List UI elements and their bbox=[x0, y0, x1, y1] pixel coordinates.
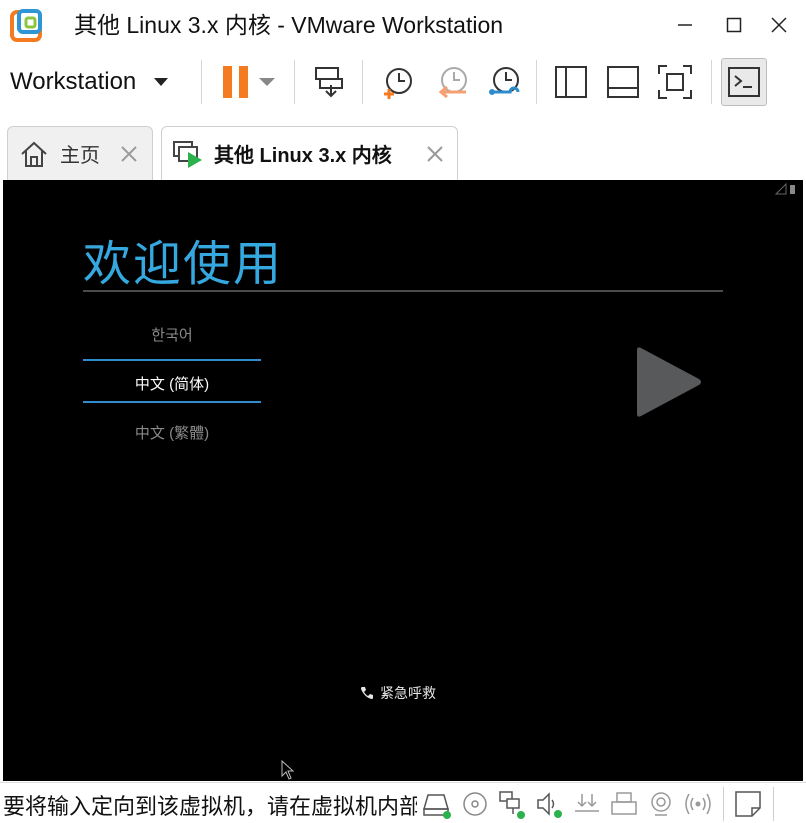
snapshot-take-icon bbox=[384, 68, 412, 99]
chevron-down-icon bbox=[259, 78, 275, 86]
status-separator bbox=[723, 787, 724, 821]
usb-status-button[interactable] bbox=[572, 789, 602, 819]
tab-vm-label: 其他 Linux 3.x 内核 bbox=[214, 145, 392, 167]
show-library-button[interactable] bbox=[547, 58, 595, 106]
vmware-logo-icon bbox=[9, 9, 43, 43]
enter-full-screen-button[interactable] bbox=[651, 58, 699, 106]
wireless-icon bbox=[685, 793, 711, 815]
snapshot-revert-icon bbox=[438, 67, 467, 99]
camera-status-button[interactable] bbox=[646, 789, 676, 819]
console-view-button[interactable] bbox=[721, 58, 767, 106]
snapshot-manager-button[interactable] bbox=[479, 58, 527, 106]
next-button[interactable] bbox=[633, 346, 703, 418]
close-icon bbox=[121, 146, 137, 162]
vm-running-icon bbox=[173, 140, 202, 168]
emergency-call-button[interactable]: 紧急呼救 bbox=[360, 683, 436, 703]
language-option-chinese-simplified[interactable]: 中文 (简体) bbox=[83, 373, 261, 394]
camera-icon bbox=[651, 792, 671, 816]
fullscreen-icon bbox=[658, 65, 692, 99]
status-message: 要将输入定向到该虚拟机，请在虚拟机内部单击或按 Ctrl+G。 bbox=[3, 794, 417, 819]
sound-card-icon bbox=[537, 792, 562, 818]
minimize-icon bbox=[678, 24, 692, 26]
language-option-korean[interactable]: 한국어 bbox=[83, 324, 261, 345]
send-keys-icon bbox=[315, 67, 343, 98]
message-log-icon bbox=[735, 791, 761, 817]
close-icon bbox=[427, 146, 443, 162]
sound-card-status-button[interactable] bbox=[535, 789, 565, 819]
cd-dvd-icon bbox=[463, 792, 487, 816]
welcome-heading: 欢迎使用 bbox=[83, 238, 284, 291]
close-button[interactable] bbox=[761, 8, 797, 42]
hard-disk-icon bbox=[423, 794, 451, 819]
tab-vm[interactable]: 其他 Linux 3.x 内核 bbox=[161, 126, 458, 180]
revert-snapshot-button[interactable] bbox=[427, 58, 475, 106]
dropdown-arrow-icon bbox=[154, 78, 169, 86]
selection-line-top bbox=[83, 359, 261, 361]
status-separator bbox=[773, 787, 774, 821]
tab-home[interactable]: 主页 bbox=[7, 126, 153, 180]
home-icon bbox=[21, 141, 47, 167]
network-adapter-status-button[interactable] bbox=[497, 789, 527, 819]
heading-divider bbox=[83, 290, 723, 292]
minimize-button[interactable] bbox=[667, 8, 703, 42]
wireless-status-button[interactable] bbox=[683, 789, 713, 819]
tab-home-close-button[interactable] bbox=[118, 143, 140, 165]
toolbar-separator bbox=[536, 60, 537, 104]
printer-icon bbox=[611, 792, 637, 815]
printer-status-button[interactable] bbox=[609, 789, 639, 819]
language-option-chinese-traditional[interactable]: 中文 (繁體) bbox=[83, 422, 261, 443]
toolbar-separator bbox=[201, 60, 202, 104]
tab-vm-close-button[interactable] bbox=[424, 143, 446, 165]
snapshot-manager-icon bbox=[489, 67, 520, 95]
library-icon bbox=[555, 66, 587, 98]
mouse-pointer-icon bbox=[281, 760, 295, 780]
vm-console-screen[interactable]: 欢迎使用 한국어 中文 (简体) 中文 (繁體) 紧急呼救 bbox=[3, 180, 803, 781]
console-view-icon bbox=[728, 67, 760, 97]
power-menu-dropdown[interactable] bbox=[250, 58, 284, 106]
network-adapter-icon bbox=[499, 791, 525, 819]
title-bar: 其他 Linux 3.x 内核 - VMware Workstation bbox=[0, 0, 806, 52]
workstation-menu-label: Workstation bbox=[10, 68, 137, 95]
message-log-button[interactable] bbox=[733, 789, 763, 819]
maximize-button[interactable] bbox=[716, 8, 752, 42]
close-icon bbox=[771, 17, 787, 33]
usb-icon bbox=[575, 794, 599, 812]
phone-icon bbox=[361, 687, 373, 699]
maximize-icon bbox=[726, 17, 742, 33]
window-title: 其他 Linux 3.x 内核 - VMware Workstation bbox=[74, 12, 504, 38]
toolbar-separator bbox=[362, 60, 363, 104]
hard-disk-status-button[interactable] bbox=[422, 789, 452, 819]
selection-line-bottom bbox=[83, 401, 261, 403]
toolbar-separator bbox=[711, 60, 712, 104]
show-thumbnail-bar-button[interactable] bbox=[599, 58, 647, 106]
toolbar-separator bbox=[294, 60, 295, 104]
toolbar: Workstation bbox=[0, 52, 806, 112]
play-arrow-icon bbox=[637, 347, 701, 417]
status-bar: 要将输入定向到该虚拟机，请在虚拟机内部单击或按 Ctrl+G。 bbox=[0, 782, 806, 823]
workstation-menu-button[interactable]: Workstation bbox=[10, 62, 169, 102]
thumbnail-icon bbox=[607, 66, 639, 98]
send-ctrl-alt-del-button[interactable] bbox=[305, 58, 353, 106]
tab-bar: 主页 其他 Linux 3.x 内核 bbox=[0, 114, 806, 180]
emergency-call-label: 紧急呼救 bbox=[380, 685, 436, 701]
tab-home-label: 主页 bbox=[60, 145, 100, 167]
take-snapshot-button[interactable] bbox=[373, 58, 421, 106]
battery-status-icon bbox=[775, 183, 797, 195]
cd-dvd-status-button[interactable] bbox=[461, 789, 491, 819]
pause-icon bbox=[223, 66, 248, 98]
